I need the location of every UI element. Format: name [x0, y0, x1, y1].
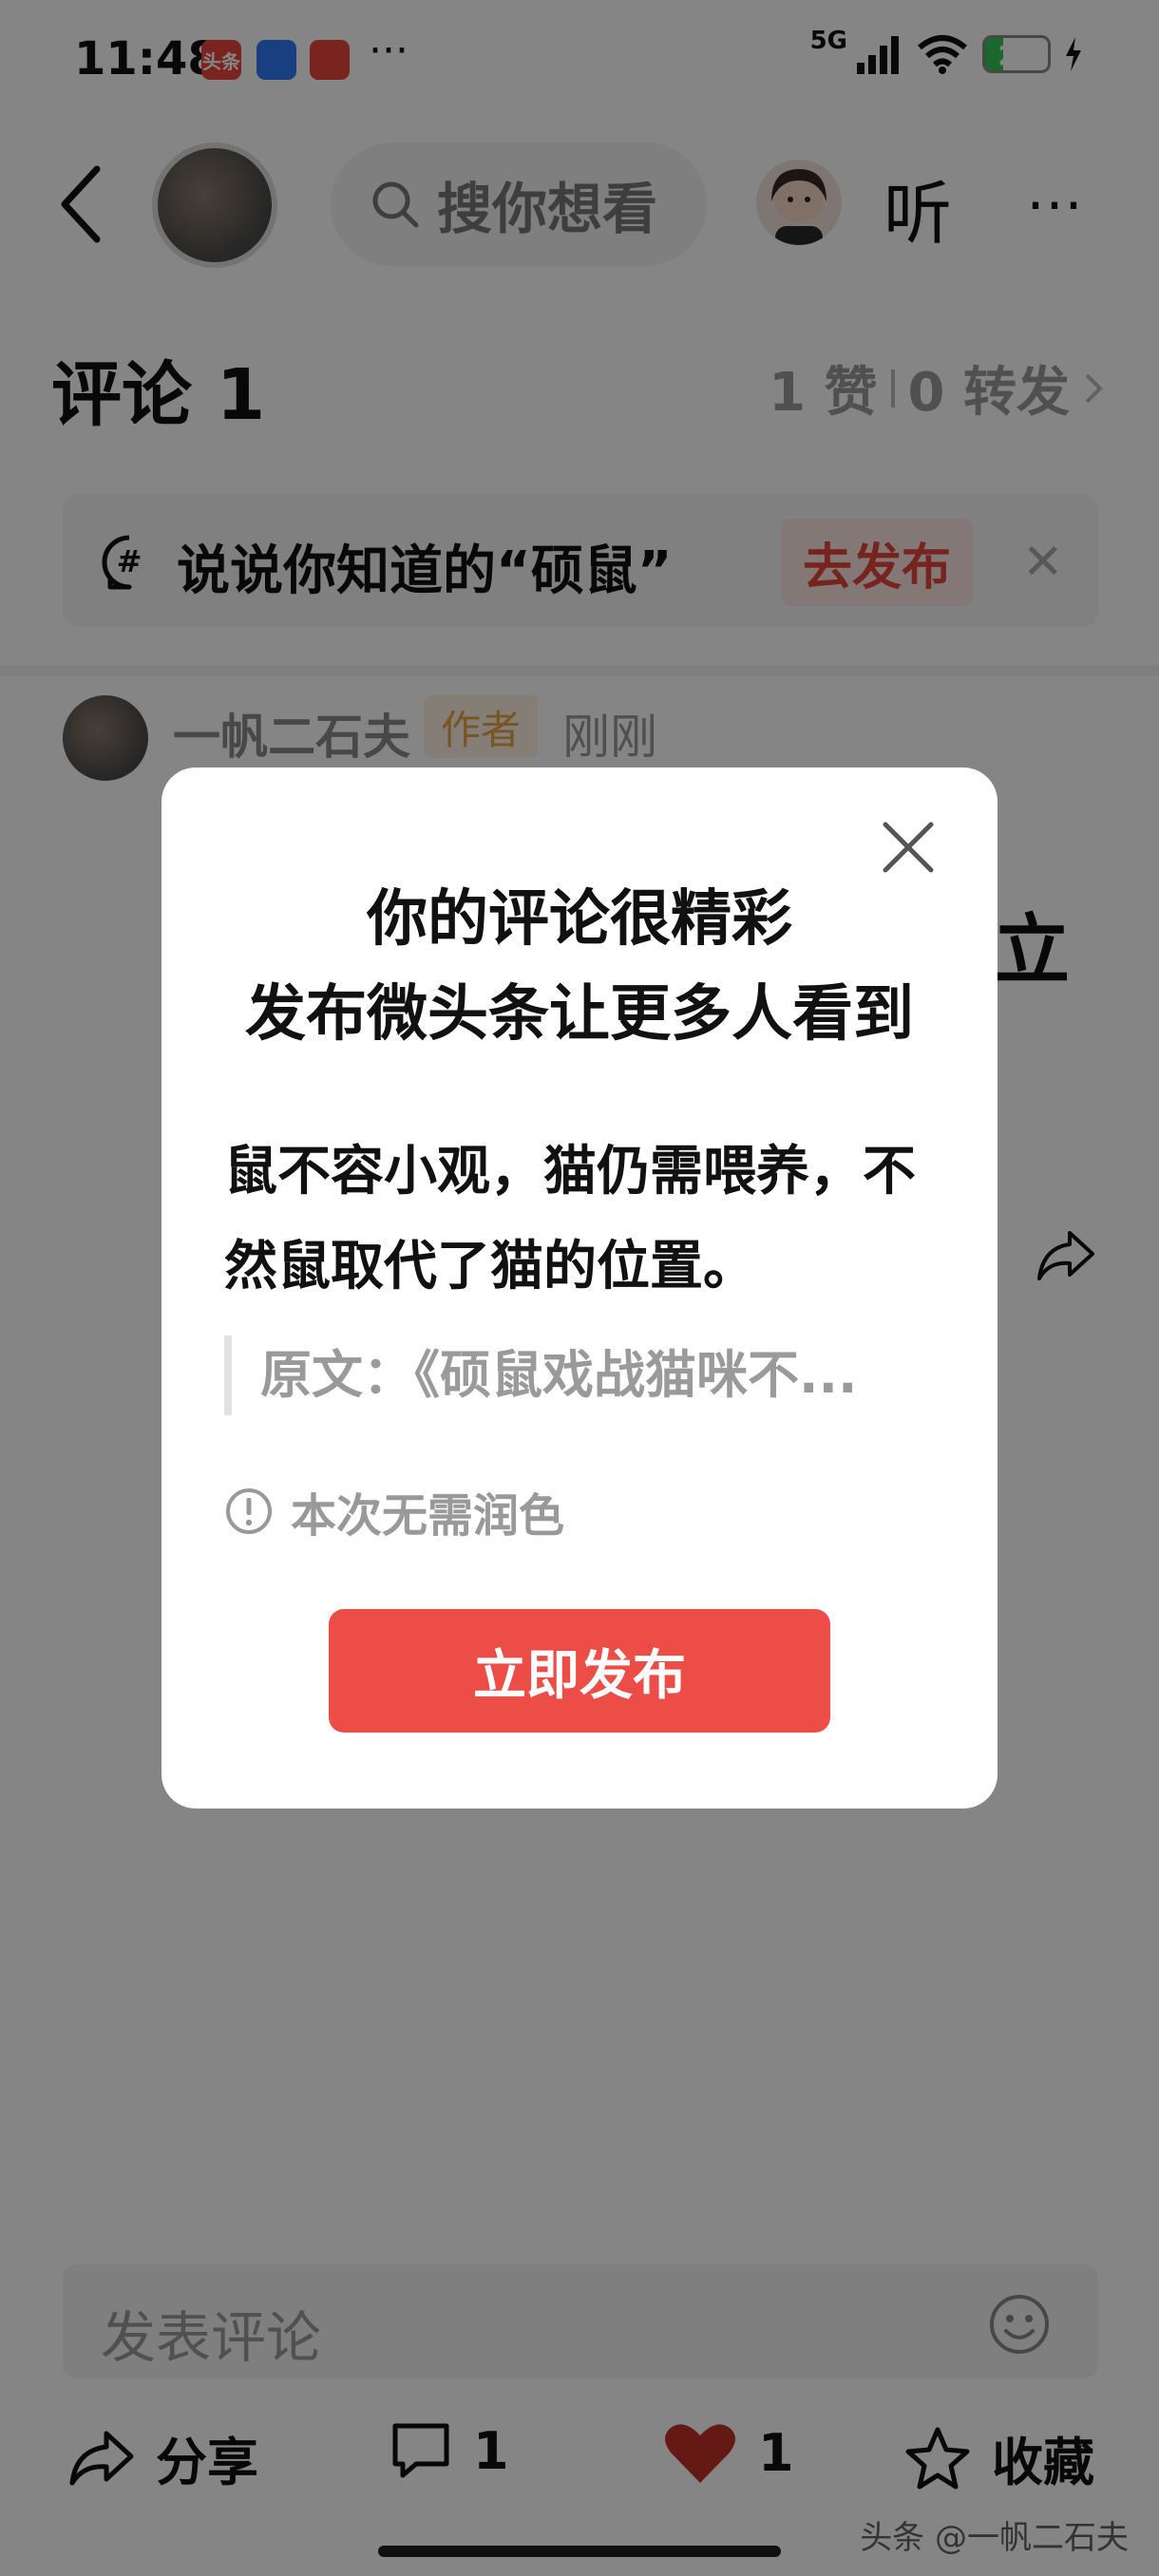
watermark: 头条 @一帆二石夫	[860, 2519, 1129, 2557]
home-indicator[interactable]	[378, 2546, 781, 2557]
modal-comment-text: 鼠不容小观，猫仍需喂养，不然鼠取代了猫的位置。	[224, 1141, 916, 1297]
polish-notice-text: 本次无需润色	[291, 1489, 565, 1543]
polish-notice: 本次无需润色	[224, 1478, 564, 1544]
modal-title-line2: 发布微头条让更多人看到	[245, 979, 914, 1050]
publish-now-button[interactable]: 立即发布	[329, 1609, 830, 1733]
modal-title: 你的评论很精彩 发布微头条让更多人看到	[162, 872, 998, 1062]
modal-close-icon[interactable]	[880, 819, 937, 876]
original-quote: 原文：《硕鼠戏战猫咪不...	[224, 1335, 946, 1415]
info-icon	[226, 1488, 272, 1534]
modal-title-line1: 你的评论很精彩	[367, 884, 792, 955]
